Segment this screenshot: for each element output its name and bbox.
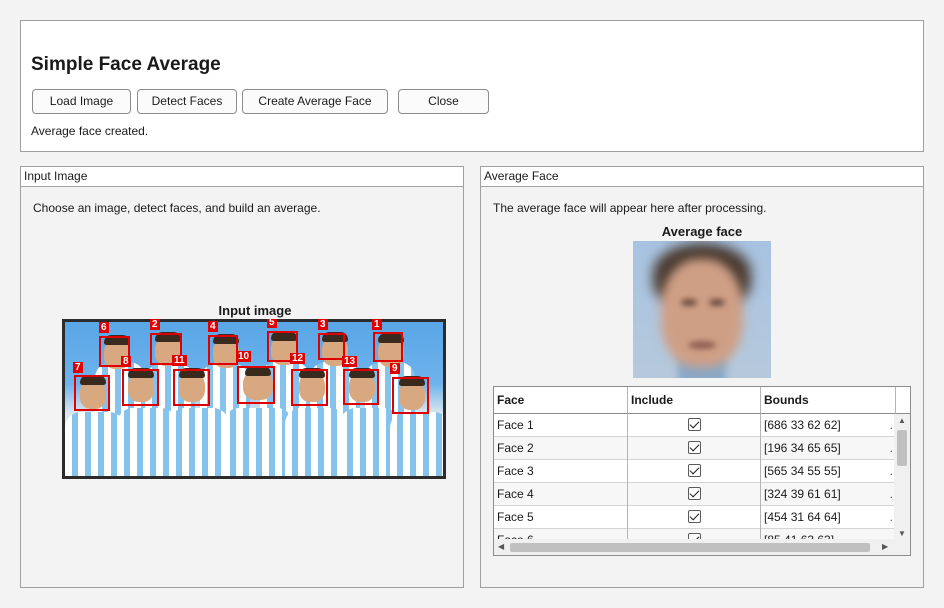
scroll-right-icon[interactable]: ▶ xyxy=(882,542,888,552)
face-label-11: 11 xyxy=(172,355,187,366)
face-label-10: 10 xyxy=(236,351,252,362)
input-photo: 1 2 3 4 5 6 7 8 9 10 11 12 13 xyxy=(62,319,446,479)
face-cell: Face 1 xyxy=(494,414,628,437)
player-figure xyxy=(390,412,443,476)
truncation-ellipsis: . xyxy=(889,487,893,501)
create-average-face-button[interactable]: Create Average Face xyxy=(242,89,388,114)
vertical-scroll-thumb[interactable] xyxy=(897,430,907,466)
status-text: Average face created. xyxy=(31,124,149,138)
average-face-panel: Average Face The average face will appea… xyxy=(480,166,924,588)
include-cell xyxy=(628,460,761,483)
table-row[interactable]: Face 3 [565 34 55 55]. xyxy=(494,460,896,483)
horizontal-scrollbar[interactable]: ◀ ▶ xyxy=(494,539,910,555)
bounds-cell: [324 39 61 61]. xyxy=(761,483,896,506)
include-cell xyxy=(628,414,761,437)
face-label-13: 13 xyxy=(342,356,358,367)
average-image-title: Average face xyxy=(661,224,743,239)
include-checkbox[interactable] xyxy=(688,441,701,454)
face-cell: Face 5 xyxy=(494,506,628,529)
face-box-4 xyxy=(208,335,238,365)
player-figure xyxy=(169,408,229,476)
face-label-7: 7 xyxy=(73,362,83,373)
scroll-left-icon[interactable]: ◀ xyxy=(498,542,504,552)
face-box-1 xyxy=(373,332,403,362)
face-box-3 xyxy=(318,333,345,360)
face-box-9 xyxy=(392,377,429,414)
face-box-12 xyxy=(291,369,328,406)
bounds-cell: [454 31 64 64]. xyxy=(761,506,896,529)
include-cell xyxy=(628,483,761,506)
face-box-7 xyxy=(74,375,110,411)
face-cell: Face 3 xyxy=(494,460,628,483)
input-panel-title: Input Image xyxy=(21,167,463,187)
player-figure xyxy=(65,412,125,476)
player-figure xyxy=(285,408,347,476)
column-header-face[interactable]: Face xyxy=(494,387,628,414)
avg-skin xyxy=(661,259,743,367)
horizontal-scroll-thumb[interactable] xyxy=(510,543,870,552)
face-label-5: 5 xyxy=(267,319,277,328)
table-row[interactable]: Face 5 [454 31 64 64]. xyxy=(494,506,896,529)
detect-faces-button[interactable]: Detect Faces xyxy=(137,89,237,114)
face-label-9: 9 xyxy=(390,363,400,374)
column-header-filler xyxy=(896,387,910,414)
player-figure xyxy=(117,408,177,476)
column-header-bounds[interactable]: Bounds xyxy=(761,387,896,414)
column-header-include[interactable]: Include xyxy=(628,387,761,414)
truncation-ellipsis: . xyxy=(889,510,893,524)
table-row[interactable]: Face 1 [686 33 62 62]. xyxy=(494,414,896,437)
face-box-10 xyxy=(237,366,275,404)
face-label-8: 8 xyxy=(121,356,131,367)
input-image-panel: Input Image Choose an image, detect face… xyxy=(20,166,464,588)
include-checkbox[interactable] xyxy=(688,510,701,523)
include-checkbox[interactable] xyxy=(688,418,701,431)
top-panel: Simple Face Average Load Image Detect Fa… xyxy=(20,20,924,152)
face-cell: Face 2 xyxy=(494,437,628,460)
bounds-cell: [196 34 65 65]. xyxy=(761,437,896,460)
truncation-ellipsis: . xyxy=(889,418,893,432)
input-panel-description: Choose an image, detect faces, and build… xyxy=(33,201,321,215)
bounds-text: [565 34 55 55] xyxy=(764,464,841,478)
bounds-text: [196 34 65 65] xyxy=(764,441,841,455)
input-image-title: Input image xyxy=(218,303,292,318)
avg-left-eye xyxy=(681,299,697,306)
avg-mouth xyxy=(688,341,716,349)
include-checkbox[interactable] xyxy=(688,487,701,500)
player-figure xyxy=(223,408,293,476)
face-label-1: 1 xyxy=(372,319,382,330)
average-panel-title: Average Face xyxy=(481,167,923,187)
include-checkbox[interactable] xyxy=(688,464,701,477)
bounds-cell: [686 33 62 62]. xyxy=(761,414,896,437)
include-cell xyxy=(628,506,761,529)
face-label-2: 2 xyxy=(150,319,160,330)
bounds-text: [324 39 61 61] xyxy=(764,487,841,501)
truncation-ellipsis: . xyxy=(889,464,893,478)
bounds-cell: [565 34 55 55]. xyxy=(761,460,896,483)
close-button[interactable]: Close xyxy=(398,89,489,114)
average-face-image xyxy=(633,241,771,378)
vertical-scrollbar[interactable]: ▲ ▼ xyxy=(894,414,910,541)
face-box-13 xyxy=(343,369,379,405)
face-label-4: 4 xyxy=(208,321,218,332)
face-box-11 xyxy=(173,369,210,406)
table-row[interactable]: Face 2 [196 34 65 65]. xyxy=(494,437,896,460)
app-title: Simple Face Average xyxy=(31,54,221,75)
scroll-down-icon[interactable]: ▼ xyxy=(898,529,906,539)
scroll-up-icon[interactable]: ▲ xyxy=(898,416,906,426)
faces-table: Face Include Bounds Face 1 [686 33 62 62… xyxy=(493,386,911,556)
include-cell xyxy=(628,437,761,460)
bounds-text: [454 31 64 64] xyxy=(764,510,841,524)
avg-right-eye xyxy=(709,299,725,306)
face-box-8 xyxy=(122,369,159,406)
face-label-6: 6 xyxy=(99,322,109,333)
face-label-12: 12 xyxy=(290,353,306,364)
truncation-ellipsis: . xyxy=(889,441,893,455)
bounds-text: [686 33 62 62] xyxy=(764,418,841,432)
average-panel-description: The average face will appear here after … xyxy=(493,201,767,215)
table-row[interactable]: Face 4 [324 39 61 61]. xyxy=(494,483,896,506)
load-image-button[interactable]: Load Image xyxy=(32,89,131,114)
face-cell: Face 4 xyxy=(494,483,628,506)
face-label-3: 3 xyxy=(318,319,328,330)
